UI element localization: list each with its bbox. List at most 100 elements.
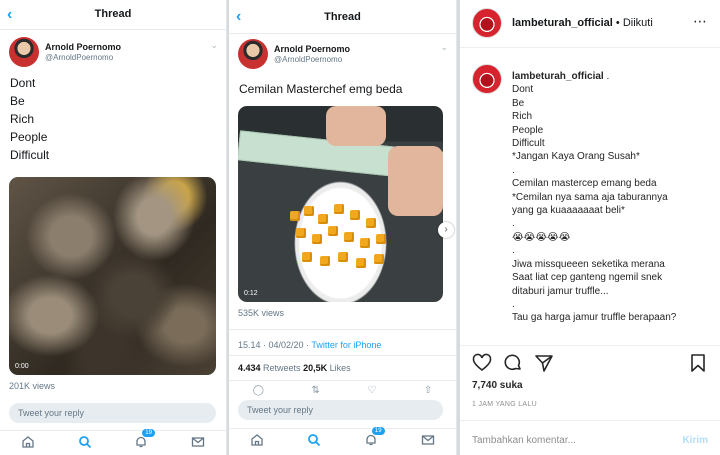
notifications-icon[interactable]: 19	[364, 425, 386, 447]
twitter-thread-panel-1: ‹ Thread Arnold Poernomo @ArnoldPoernomo…	[0, 0, 227, 455]
post-actions	[472, 353, 708, 375]
snack-cube	[320, 256, 330, 266]
like-icon[interactable]: ♡	[367, 385, 376, 399]
snack-cube	[356, 258, 366, 268]
thread-header: ‹ Thread	[0, 0, 226, 30]
tweet-line: Dont	[10, 76, 36, 90]
snack-cube	[374, 254, 384, 264]
hand	[326, 106, 386, 146]
twitter-thread-panel-2: ‹ Thread Arnold Poernomo @ArnoldPoernomo…	[229, 0, 457, 455]
post-time: 1 JAM YANG LALU	[472, 401, 537, 408]
follow-status: • Diikuti	[612, 17, 653, 29]
snack-cube	[290, 211, 300, 221]
search-icon[interactable]	[78, 435, 92, 449]
caption-line: .	[512, 245, 515, 257]
chevron-down-icon[interactable]: ⌄	[210, 40, 218, 51]
like-count[interactable]: 7,740 suka	[472, 380, 523, 391]
caption-avatar[interactable]	[472, 64, 502, 94]
snack-cube	[304, 206, 314, 216]
tweet-video[interactable]: 0:00	[9, 177, 216, 375]
home-icon[interactable]	[21, 435, 35, 449]
mail-icon[interactable]	[191, 435, 205, 449]
caption-line: Be	[512, 97, 525, 109]
timestamp-text: 15.14 · 04/02/20 ·	[238, 340, 312, 350]
more-options-icon[interactable]: ⋯	[693, 13, 708, 30]
tweet-author[interactable]: Arnold Poernomo @ArnoldPoernomo ⌄	[229, 36, 456, 76]
comment-input[interactable]: Tambahkan komentar...	[472, 435, 576, 446]
avatar[interactable]	[472, 8, 502, 38]
tweet-line: People	[10, 130, 48, 144]
likes-label[interactable]: Likes	[327, 363, 351, 373]
notifications-icon[interactable]: 19	[134, 427, 156, 449]
tweet-text: Cemilan Masterchef emg beda	[229, 80, 456, 98]
author-handle: @ArnoldPoernomo	[45, 53, 114, 62]
avatar[interactable]	[238, 39, 268, 69]
tweet-actions: ◯ ⇅ ♡ ⇧	[229, 385, 456, 399]
bookmark-icon[interactable]	[688, 353, 708, 373]
divider	[229, 329, 456, 330]
tweet-line: Cemilan Masterchef emg beda	[239, 82, 403, 96]
caption-line: .	[603, 71, 610, 82]
caption-line: Rich	[512, 111, 533, 123]
retweet-icon[interactable]: ⇅	[311, 385, 319, 399]
caption-line: yang ga kuaaaaaaat beli*	[512, 205, 625, 217]
caption-line: Difficult	[512, 138, 545, 150]
divider	[229, 355, 456, 356]
tweet-stats: 4.434 Retweets 20,5K Likes	[238, 363, 351, 373]
post-author: lambeturah_official • Diikuti	[512, 17, 653, 29]
share-icon[interactable]	[534, 353, 554, 373]
caption-line: Jiwa missqueeen seketika merana	[512, 258, 665, 270]
tweet-timestamp: 15.14 · 04/02/20 · Twitter for iPhone	[238, 340, 381, 350]
home-icon[interactable]	[250, 433, 264, 447]
tweet-line: Rich	[10, 112, 35, 126]
divider	[460, 420, 720, 421]
comment-icon[interactable]	[503, 353, 523, 373]
heart-icon[interactable]	[472, 353, 492, 373]
caption-username[interactable]: lambeturah_official	[512, 71, 604, 82]
snack-cube	[302, 252, 312, 262]
retweets-count[interactable]: 4.434	[238, 363, 261, 373]
thread-header: ‹ Thread	[229, 0, 456, 34]
caption-line: *Cemilan nya sama aja taburannya	[512, 191, 668, 203]
likes-count[interactable]: 20,5K	[303, 363, 327, 373]
author-name[interactable]: Arnold Poernomo	[274, 44, 350, 54]
reply-icon[interactable]: ◯	[253, 385, 264, 399]
mail-icon[interactable]	[421, 433, 435, 447]
snack-cube	[312, 234, 322, 244]
hand	[388, 146, 443, 216]
caption-line: People	[512, 124, 544, 136]
reply-input[interactable]: Tweet your reply	[9, 403, 216, 423]
post-caption: lambeturah_official . Dont Be Rich Peopl…	[512, 70, 712, 325]
bottom-tab-bar: 19	[229, 425, 456, 450]
author-name[interactable]: Arnold Poernomo	[45, 42, 121, 52]
author-username[interactable]: lambeturah_official	[512, 17, 613, 29]
bottom-tab-bar: 19	[0, 427, 226, 452]
view-count: 201K views	[9, 381, 56, 391]
caption-line: .	[512, 298, 515, 310]
snack-cube	[366, 218, 376, 228]
video-time: 0:00	[15, 363, 29, 370]
post-header: lambeturah_official • Diikuti ⋯	[460, 0, 720, 48]
reply-input[interactable]: Tweet your reply	[238, 400, 443, 420]
page-title: Thread	[94, 8, 132, 20]
caption-line: *Jangan Kaya Orang Susah*	[512, 151, 640, 163]
snack-cube	[334, 204, 344, 214]
tweet-line: Be	[10, 94, 25, 108]
author-handle: @ArnoldPoernomo	[274, 55, 343, 64]
snack-cube	[344, 232, 354, 242]
snack-cube	[338, 252, 348, 262]
tweet-text: Dont Be Rich People Difficult	[0, 74, 226, 164]
search-icon[interactable]	[307, 433, 321, 447]
tweet-source-link[interactable]: Twitter for iPhone	[311, 340, 381, 350]
chevron-right-icon[interactable]: ›	[438, 222, 454, 238]
caption-line: Cemilan mastercep emang beda	[512, 178, 657, 190]
retweets-label[interactable]: Retweets	[261, 363, 304, 373]
share-icon[interactable]: ⇧	[424, 385, 432, 399]
tweet-video[interactable]: 0:12	[238, 106, 443, 302]
tweet-author[interactable]: Arnold Poernomo @ArnoldPoernomo ⌄	[0, 34, 226, 74]
caption-line: Saat liat cep ganteng ngemil snek	[512, 272, 663, 284]
chevron-down-icon[interactable]: ⌄	[440, 42, 448, 53]
avatar[interactable]	[9, 37, 39, 67]
send-comment-button[interactable]: Kirim	[682, 435, 708, 446]
page-title: Thread	[324, 11, 361, 23]
